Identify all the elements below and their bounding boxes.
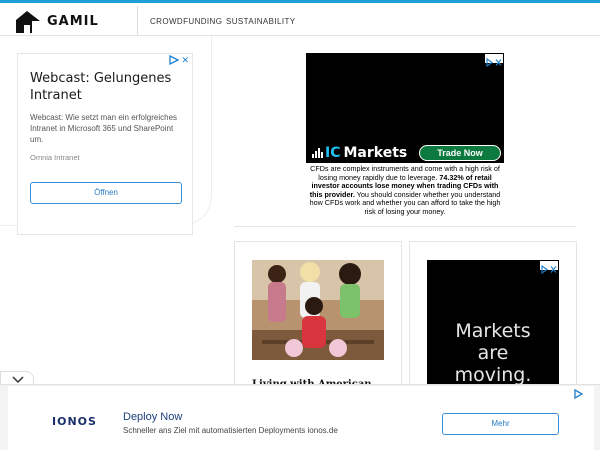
ad-choices-icon[interactable] bbox=[485, 57, 503, 68]
markets-line-1: Markets bbox=[455, 320, 531, 342]
logo-markets-text: Markets bbox=[343, 145, 408, 161]
markets-ad[interactable]: Markets are moving. bbox=[427, 260, 559, 392]
markets-line-2: are moving. bbox=[454, 342, 532, 386]
risk-warning: CFDs are complex instruments and come wi… bbox=[306, 163, 504, 217]
bars-icon bbox=[312, 148, 323, 158]
ad-headline[interactable]: Deploy Now bbox=[123, 411, 182, 423]
trade-now-button[interactable]: Trade Now bbox=[419, 145, 501, 161]
ad-subline: Schneller ans Ziel mit automatisierten D… bbox=[123, 426, 338, 435]
markets-ad-card: Markets are moving. bbox=[409, 241, 577, 401]
top-navigation: GAMIL CROWDFUNDING SUSTAINABILITY bbox=[0, 0, 600, 36]
markets-headline: Markets are moving. bbox=[437, 320, 549, 386]
nav-divider bbox=[137, 6, 138, 35]
ad-description: Webcast: Wie setzt man ein erfolgreiches… bbox=[30, 113, 178, 144]
collapse-ad-button[interactable] bbox=[0, 371, 34, 385]
logo-icon[interactable] bbox=[16, 11, 40, 33]
close-icon[interactable]: ✕ bbox=[181, 55, 189, 65]
ad-choices-icon[interactable] bbox=[540, 264, 558, 275]
ad-choices-badge[interactable] bbox=[485, 54, 503, 68]
ad-advertiser: Omnia Intranet bbox=[30, 153, 80, 162]
site-brand[interactable]: GAMIL bbox=[47, 14, 99, 29]
ad-choices-icon[interactable] bbox=[168, 55, 180, 65]
article-photo[interactable] bbox=[252, 260, 384, 360]
ad-choices-icon[interactable] bbox=[572, 389, 588, 399]
ad-title[interactable]: Webcast: Gelungenes Intranet bbox=[30, 70, 180, 104]
left-ad-container: ✕ Webcast: Gelungenes Intranet Webcast: … bbox=[0, 36, 212, 235]
dolls-image bbox=[252, 260, 384, 360]
article-card[interactable]: Living with American bbox=[234, 241, 402, 401]
nav-crowdfunding[interactable]: CROWDFUNDING bbox=[150, 17, 222, 26]
nav-sustainability[interactable]: SUSTAINABILITY bbox=[226, 17, 295, 26]
logo-ic-text: IC bbox=[325, 145, 341, 161]
ic-markets-logo: IC Markets bbox=[312, 145, 407, 161]
intranet-ad[interactable]: ✕ Webcast: Gelungenes Intranet Webcast: … bbox=[17, 53, 193, 235]
ic-markets-ad[interactable]: IC Markets Trade Now CFDs are complex in… bbox=[306, 53, 504, 217]
open-button[interactable]: Öffnen bbox=[30, 182, 182, 204]
more-button[interactable]: Mehr bbox=[442, 413, 559, 435]
section-divider bbox=[234, 226, 576, 227]
ad-choices-badge[interactable] bbox=[540, 261, 558, 275]
ionos-ad[interactable]: IONOS Deploy Now Schneller ans Ziel mit … bbox=[8, 386, 594, 450]
ionos-logo: IONOS bbox=[52, 415, 97, 428]
